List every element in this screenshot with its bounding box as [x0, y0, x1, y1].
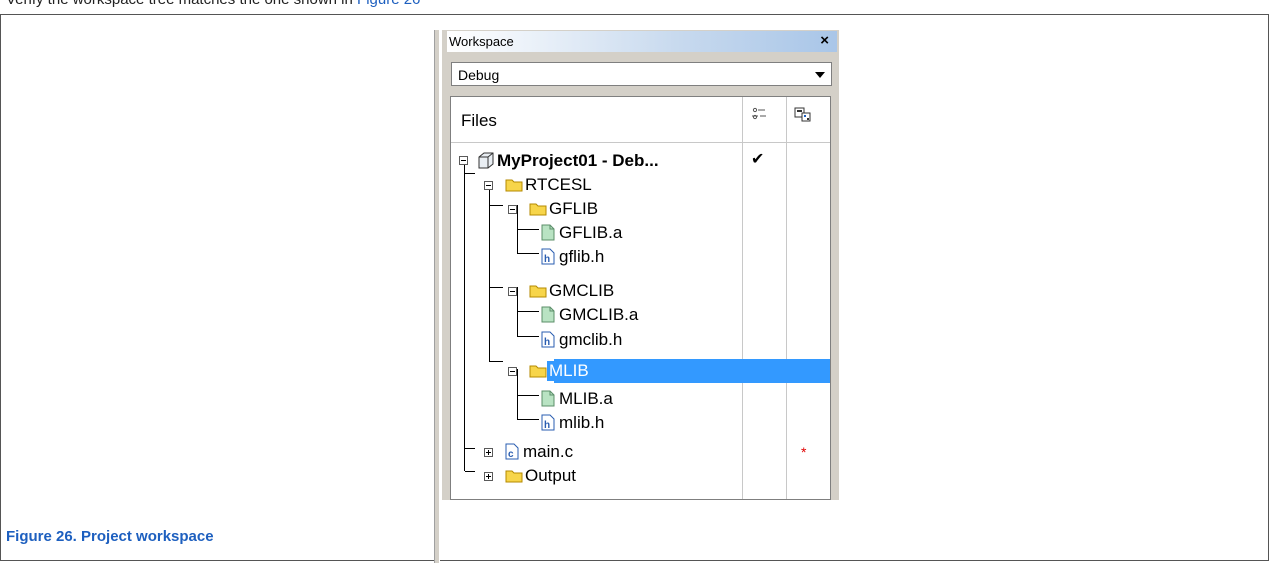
make-status-icon[interactable]: [794, 107, 812, 128]
tree-item-label: gmclib.h: [559, 330, 623, 349]
options-icon[interactable]: [751, 107, 767, 126]
tree-item-label: GFLIB: [549, 199, 599, 218]
tree-row-file[interactable]: h gmclib.h: [451, 328, 830, 352]
tree-row-folder-selected[interactable]: MLIB: [451, 359, 830, 383]
svg-text:h: h: [544, 337, 550, 348]
header-file-icon: h: [541, 331, 555, 348]
tree-item-label: GMCLIB.a: [559, 305, 639, 324]
tree-item-label: MLIB.a: [559, 389, 613, 408]
top-text-content: Verify the workspace tree matches the on…: [6, 0, 357, 8]
configuration-select[interactable]: Debug: [451, 62, 832, 86]
tree-item-label: Output: [525, 466, 577, 485]
expand-icon[interactable]: [484, 448, 493, 457]
header-file-icon: h: [541, 248, 555, 265]
chevron-down-icon[interactable]: [815, 72, 825, 78]
figure-link[interactable]: Figure 26: [357, 0, 420, 8]
figure-caption: Figure 26. Project workspace: [6, 528, 214, 545]
workspace-titlebar: Workspace ×: [447, 31, 837, 52]
tree-row-file[interactable]: h gflib.h: [451, 245, 830, 269]
folder-icon: [529, 284, 547, 298]
panel-splitter[interactable]: [434, 30, 440, 563]
files-tree[interactable]: Files MyProject01 - Deb... ✔ RTCESL GFLI…: [450, 96, 831, 500]
top-text: Verify the workspace tree matches the on…: [6, 0, 420, 8]
files-column-header[interactable]: Files: [461, 111, 497, 131]
check-icon: ✔: [751, 151, 765, 168]
configuration-value: Debug: [458, 67, 500, 83]
tree-row-folder[interactable]: GFLIB: [451, 197, 830, 221]
tree-row-folder[interactable]: Output: [451, 464, 830, 488]
library-file-icon: [541, 306, 555, 323]
svg-text:c: c: [508, 449, 514, 460]
collapse-icon[interactable]: [508, 205, 517, 214]
project-label: MyProject01 - Deb...: [497, 151, 659, 170]
project-cube-icon: [478, 152, 494, 169]
svg-text:h: h: [544, 420, 550, 431]
folder-icon: [505, 469, 523, 483]
tree-row-file[interactable]: h mlib.h: [451, 411, 830, 435]
library-file-icon: [541, 390, 555, 407]
collapse-icon[interactable]: [508, 287, 517, 296]
collapse-icon[interactable]: [508, 367, 517, 376]
tree-row-file[interactable]: GFLIB.a: [451, 221, 830, 245]
tree-item-label: mlib.h: [559, 413, 605, 432]
tree-row-file[interactable]: c main.c *: [451, 440, 830, 464]
c-file-icon: c: [505, 443, 519, 460]
tree-row-folder[interactable]: RTCESL: [451, 173, 830, 197]
tree-row-file[interactable]: MLIB.a: [451, 387, 830, 411]
folder-icon: [529, 202, 547, 216]
folder-icon: [529, 364, 547, 378]
files-header: Files: [451, 97, 830, 143]
tree-item-label: GMCLIB: [549, 281, 615, 300]
close-button[interactable]: ×: [820, 32, 829, 49]
tree-row-project[interactable]: MyProject01 - Deb... ✔: [451, 149, 830, 173]
tree-item-label: MLIB: [547, 361, 591, 381]
collapse-icon[interactable]: [459, 156, 468, 165]
modified-marker: *: [801, 444, 807, 460]
tree-row-folder[interactable]: GMCLIB: [451, 279, 830, 303]
collapse-icon[interactable]: [484, 181, 493, 190]
header-file-icon: h: [541, 414, 555, 431]
tree-item-label: main.c: [523, 442, 574, 461]
library-file-icon: [541, 224, 555, 241]
svg-text:h: h: [544, 254, 550, 265]
workspace-title: Workspace: [449, 34, 514, 49]
tree-row-file[interactable]: GMCLIB.a: [451, 303, 830, 327]
expand-icon[interactable]: [484, 472, 493, 481]
tree-item-label: RTCESL: [525, 175, 592, 194]
tree-item-label: GFLIB.a: [559, 223, 623, 242]
folder-icon: [505, 178, 523, 192]
tree-item-label: gflib.h: [559, 247, 605, 266]
